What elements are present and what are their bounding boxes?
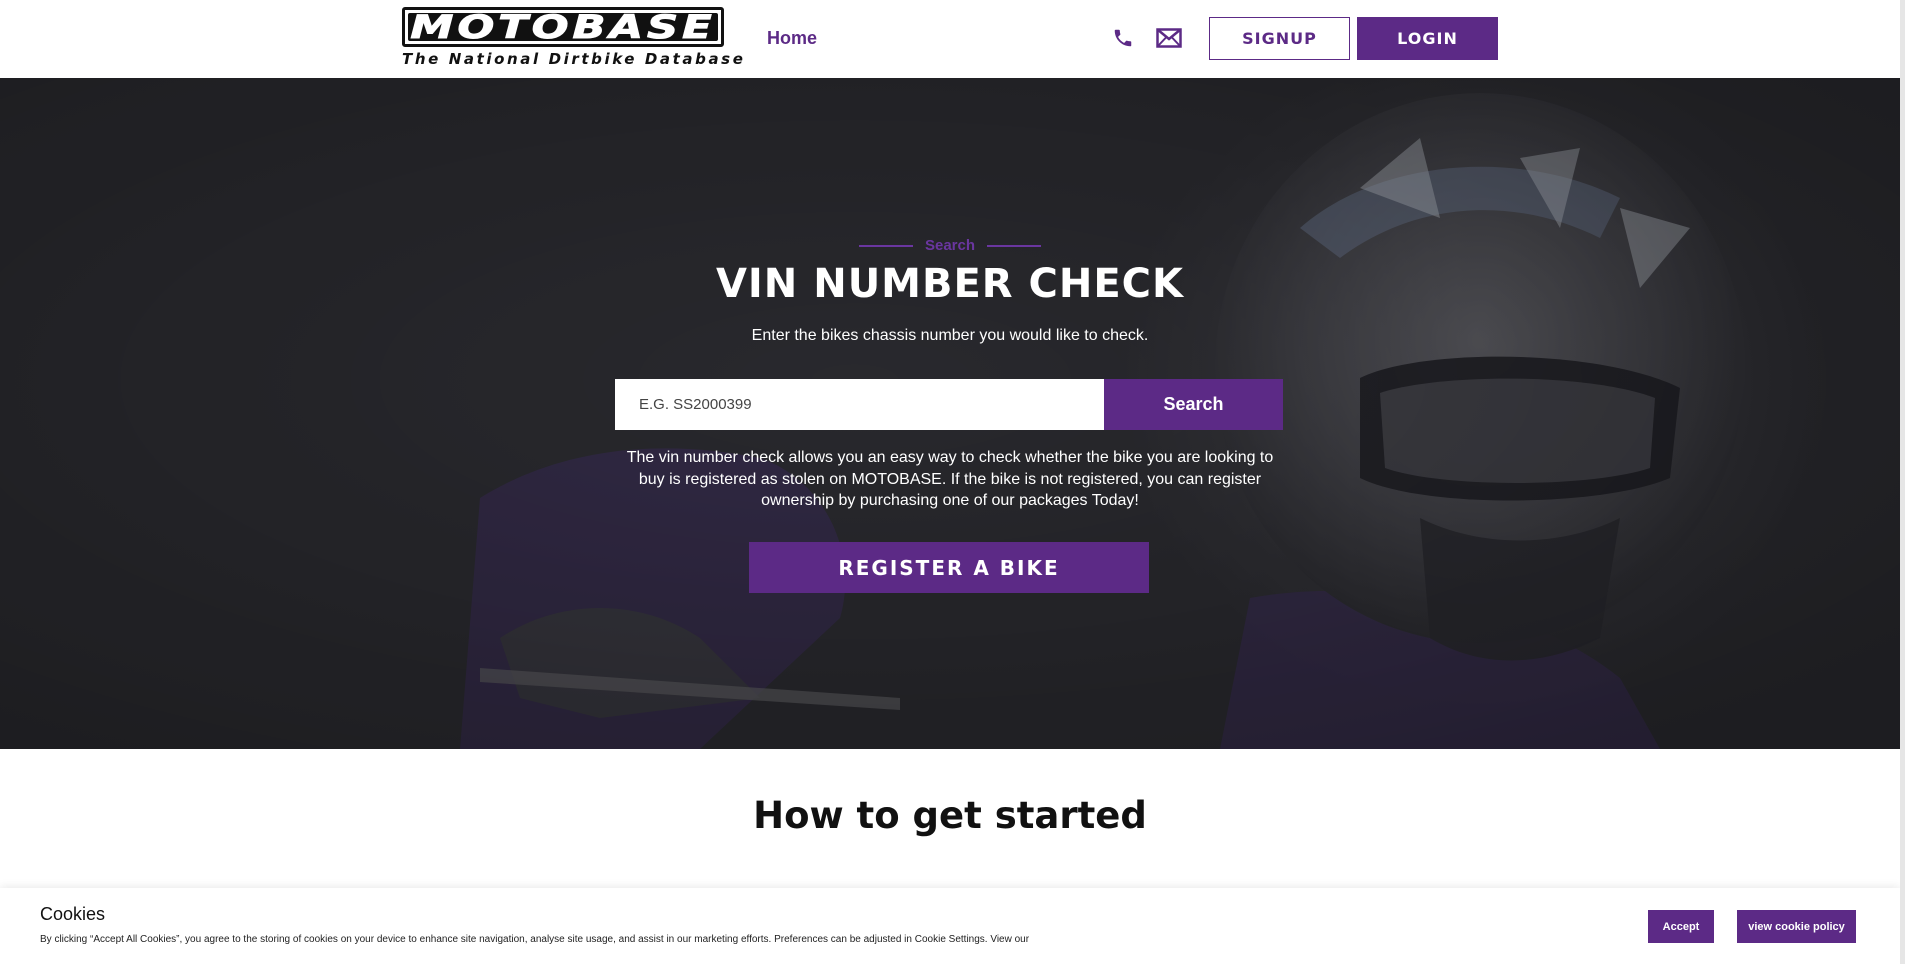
cookie-accept-button[interactable]: Accept bbox=[1648, 910, 1714, 943]
logo-tagline: The National Dirtbike Database bbox=[402, 50, 746, 68]
site-header: MOTOBASE The National Dirtbike Database … bbox=[0, 0, 1905, 78]
vin-search-input[interactable] bbox=[615, 379, 1104, 430]
register-bike-button[interactable]: REGISTER A BIKE bbox=[749, 542, 1149, 593]
motobase-logo[interactable]: MOTOBASE The National Dirtbike Database bbox=[402, 7, 746, 71]
page-scrollbar[interactable] bbox=[1900, 0, 1905, 964]
hero-description: The vin number check allows you an easy … bbox=[626, 449, 1274, 509]
hero-subtitle: Enter the bikes chassis number you would… bbox=[751, 327, 1149, 344]
vin-search-form: Search bbox=[615, 379, 1283, 430]
logo-wordmark: MOTOBASE bbox=[410, 8, 716, 47]
logo-wordmark-box: MOTOBASE bbox=[402, 7, 724, 47]
eyebrow-label: Search bbox=[924, 237, 976, 254]
page-title: VIN NUMBER CHECK bbox=[715, 261, 1185, 307]
cookie-text: By clicking “Accept All Cookies”, you ag… bbox=[40, 934, 1030, 945]
signup-button[interactable]: SIGNUP bbox=[1209, 17, 1350, 60]
phone-icon[interactable] bbox=[1112, 27, 1134, 49]
cookie-title: Cookies bbox=[40, 904, 106, 924]
nav-home-link[interactable]: Home bbox=[767, 28, 817, 49]
hero-eyebrow: Search bbox=[0, 237, 1900, 254]
eyebrow-line-left bbox=[858, 244, 913, 247]
cookie-banner: Cookies By clicking “Accept All Cookies”… bbox=[0, 888, 1900, 964]
login-button[interactable]: LOGIN bbox=[1357, 17, 1498, 60]
how-to-get-started-heading: How to get started bbox=[753, 794, 1147, 837]
hero-section: Search VIN NUMBER CHECK Enter the bikes … bbox=[0, 78, 1900, 749]
cookie-policy-button[interactable]: view cookie policy bbox=[1737, 910, 1856, 943]
mail-icon[interactable] bbox=[1156, 28, 1182, 48]
search-button[interactable]: Search bbox=[1104, 379, 1283, 430]
eyebrow-line-right bbox=[987, 244, 1042, 247]
